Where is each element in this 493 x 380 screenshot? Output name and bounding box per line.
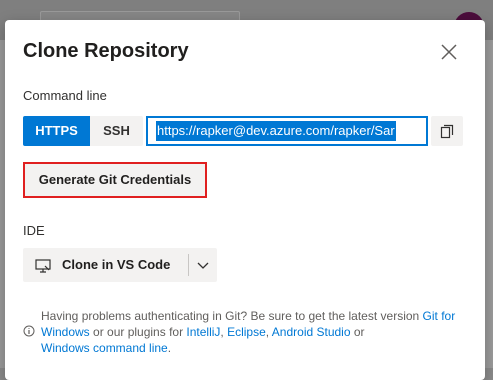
monitor-icon bbox=[35, 259, 51, 273]
background-panel-right bbox=[485, 40, 493, 368]
clone-url-field[interactable]: https://rapker@dev.azure.com/rapker/Sar bbox=[146, 116, 428, 146]
help-text-intro: Having problems authenticating in Git? B… bbox=[41, 309, 423, 323]
clone-repository-dialog: Clone Repository Command line HTTPS SSH … bbox=[5, 20, 485, 380]
ide-label: IDE bbox=[23, 223, 45, 238]
clone-in-vs-code-button[interactable]: Clone in VS Code bbox=[23, 248, 188, 282]
copy-icon bbox=[440, 124, 454, 139]
intellij-link[interactable]: IntelliJ bbox=[186, 325, 220, 339]
ide-dropdown-button[interactable] bbox=[189, 248, 217, 282]
android-studio-link[interactable]: Android Studio bbox=[272, 325, 351, 339]
windows-command-line-link[interactable]: Windows command line bbox=[41, 341, 168, 355]
https-toggle[interactable]: HTTPS bbox=[23, 116, 90, 146]
copy-url-button[interactable] bbox=[431, 116, 463, 146]
clone-in-ide-split-button: Clone in VS Code bbox=[23, 248, 217, 282]
chevron-down-icon bbox=[197, 262, 209, 269]
help-text-end: . bbox=[167, 341, 172, 355]
clone-in-vs-code-label: Clone in VS Code bbox=[62, 257, 171, 272]
close-icon bbox=[441, 44, 457, 60]
command-line-label: Command line bbox=[23, 88, 107, 103]
info-icon bbox=[23, 325, 35, 337]
close-button[interactable] bbox=[437, 40, 461, 64]
eclipse-link[interactable]: Eclipse bbox=[227, 325, 266, 339]
dialog-title: Clone Repository bbox=[23, 40, 189, 62]
generate-git-credentials-button[interactable]: Generate Git Credentials bbox=[23, 162, 207, 198]
git-help-text: Having problems authenticating in Git? B… bbox=[41, 308, 471, 356]
help-text-plugins: or our plugins for bbox=[89, 325, 187, 339]
clone-url-text: https://rapker@dev.azure.com/rapker/Sar bbox=[156, 121, 396, 141]
ssh-toggle[interactable]: SSH bbox=[90, 116, 143, 146]
help-text-or: or bbox=[350, 325, 365, 339]
